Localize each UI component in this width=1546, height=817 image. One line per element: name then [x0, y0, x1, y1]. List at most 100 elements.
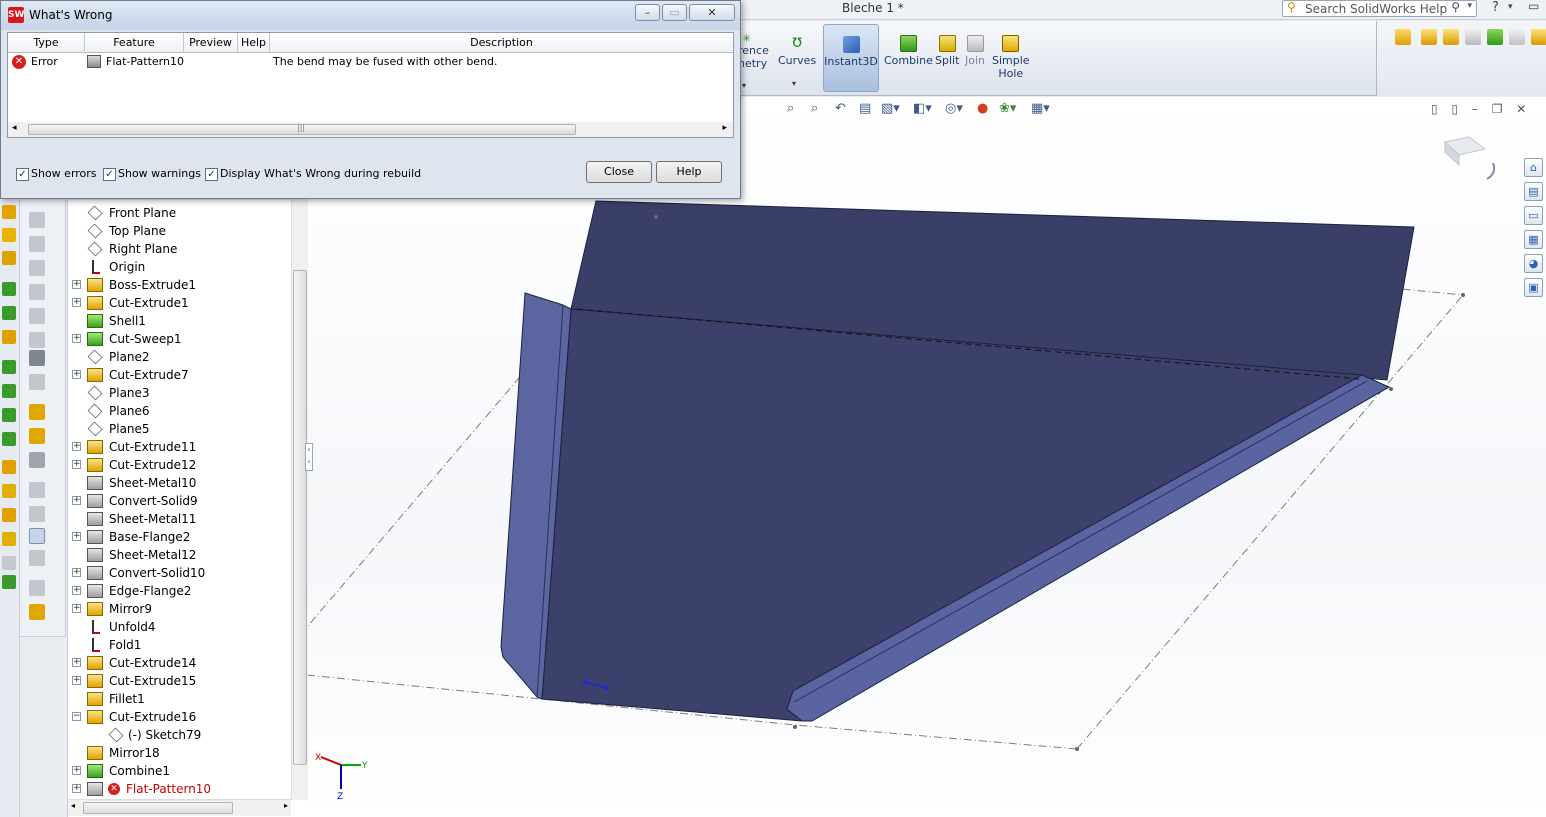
minimize-icon[interactable]: – [1472, 102, 1478, 116]
close-icon[interactable]: ✕ [1516, 102, 1526, 116]
error-list-scroll-thumb[interactable]: ||| [28, 123, 576, 135]
column-header-type[interactable]: Type [8, 33, 85, 53]
display-style-icon[interactable]: ◧▾ [913, 101, 932, 116]
tree-item[interactable]: + Cut-Sweep1 [68, 330, 292, 348]
tree-item[interactable]: Plane3 [68, 384, 292, 402]
tree-item[interactable]: Sheet-Metal10 [68, 474, 292, 492]
sketch-point[interactable] [654, 215, 658, 219]
tree-item[interactable]: + Cut-Extrude12 [68, 456, 292, 474]
help-button[interactable]: Help [656, 161, 722, 183]
column-header-feature[interactable]: Feature [85, 33, 184, 53]
expand-icon[interactable]: + [72, 460, 81, 469]
tree-item[interactable]: + Cut-Extrude14 [68, 654, 292, 672]
chevron-down-icon[interactable]: ▾ [1508, 2, 1513, 12]
error-row[interactable]: ✕ Error Flat-Pattern10 The bend may be f… [8, 53, 733, 71]
rotate-view-icon[interactable] [1486, 162, 1496, 180]
column-header-description[interactable]: Description [270, 33, 733, 53]
tree-hscroll-thumb[interactable] [83, 802, 233, 814]
scroll-left-icon[interactable]: ◂ [12, 123, 17, 133]
command-icon[interactable] [2, 532, 16, 546]
command-icon[interactable] [2, 360, 16, 374]
expand-icon[interactable]: + [72, 532, 81, 541]
expand-icon[interactable]: + [72, 496, 81, 505]
collapse-icon[interactable]: − [72, 712, 81, 721]
instant3d-button[interactable]: Instant3D [823, 24, 879, 92]
expand-icon[interactable]: + [72, 370, 81, 379]
tree-item[interactable]: + Mirror9 [68, 600, 292, 618]
sheet-metal-command-icon[interactable] [29, 260, 45, 276]
sheet-metal-command-icon[interactable] [29, 550, 45, 566]
sheet-metal-command-icon[interactable] [29, 428, 45, 444]
tree-item[interactable]: Plane5 [68, 420, 292, 438]
expand-icon[interactable]: + [72, 766, 81, 775]
dialog-maximize-button[interactable]: ▭ [662, 4, 687, 21]
tree-item[interactable]: + Cut-Extrude1 [68, 294, 292, 312]
dialog-titlebar[interactable]: SW What's Wrong – ▭ ✕ [1, 1, 740, 30]
previous-view-icon[interactable]: ↶ [835, 101, 846, 116]
command-icon[interactable] [2, 556, 16, 570]
shell-icon[interactable] [1487, 29, 1503, 45]
join-button[interactable]: Join [965, 35, 985, 67]
tree-item[interactable]: − Cut-Extrude16 [68, 708, 292, 726]
expand-icon[interactable]: + [72, 442, 81, 451]
file-explorer-icon[interactable]: ▭ [1524, 206, 1543, 225]
rib-icon[interactable] [1465, 29, 1481, 45]
appearances-icon[interactable]: ◕ [1524, 254, 1543, 273]
scroll-right-icon[interactable]: ▸ [722, 123, 727, 133]
sketch-point[interactable] [1075, 747, 1079, 751]
zoom-to-area-icon[interactable]: ⌕ [811, 101, 818, 116]
tree-item[interactable]: Origin [68, 258, 292, 276]
edit-appearance-icon[interactable]: ● [977, 101, 988, 116]
tree-item[interactable]: Front Plane [68, 204, 292, 222]
tree-item[interactable]: + Boss-Extrude1 [68, 276, 292, 294]
command-icon[interactable] [2, 460, 16, 474]
sheet-metal-command-icon[interactable] [29, 332, 45, 348]
tree-item[interactable]: + Convert-Solid10 [68, 564, 292, 582]
model-viewport[interactable]: X Y Z [307, 97, 1546, 817]
close-button[interactable]: Close [586, 161, 652, 183]
tree-item[interactable]: Right Plane [68, 240, 292, 258]
sheet-metal-command-icon[interactable] [29, 308, 45, 324]
expand-icon[interactable]: + [72, 658, 81, 667]
command-icon[interactable] [2, 228, 16, 242]
tree-item[interactable]: (-) Sketch79 [68, 726, 292, 744]
tree-item[interactable]: Fillet1 [68, 690, 292, 708]
tree-item[interactable]: Shell1 [68, 312, 292, 330]
command-icon[interactable] [2, 205, 16, 219]
tree-item[interactable]: + Convert-Solid9 [68, 492, 292, 510]
show-warnings-checkbox[interactable]: ✓ Show warnings [103, 167, 201, 181]
view-palette-icon[interactable]: ▦ [1524, 230, 1543, 249]
apply-scene-icon[interactable]: ❀▾ [999, 101, 1016, 116]
tree-item[interactable]: Top Plane [68, 222, 292, 240]
zoom-to-fit-icon[interactable]: ⌕ [787, 101, 794, 116]
section-view-icon[interactable]: ▤ [859, 101, 871, 116]
expand-icon[interactable]: + [72, 280, 81, 289]
split-button[interactable]: Split [935, 35, 959, 67]
expand-icon[interactable]: + [72, 604, 81, 613]
command-icon[interactable] [2, 508, 16, 522]
command-icon[interactable] [2, 251, 16, 265]
command-icon[interactable] [2, 330, 16, 344]
tree-item[interactable]: + Base-Flange2 [68, 528, 292, 546]
sheet-metal-command-icon[interactable] [29, 528, 45, 544]
tree-item[interactable]: Plane2 [68, 348, 292, 366]
custom-properties-icon[interactable]: ▣ [1524, 278, 1543, 297]
tree-vertical-scrollbar[interactable] [291, 200, 308, 800]
sheet-metal-command-icon[interactable] [29, 212, 45, 228]
column-header-preview[interactable]: Preview [184, 33, 238, 53]
dialog-minimize-button[interactable]: – [635, 4, 660, 21]
home-icon[interactable]: ⌂ [1524, 158, 1543, 177]
tree-item[interactable]: Sheet-Metal11 [68, 510, 292, 528]
tree-item[interactable]: + Cut-Extrude11 [68, 438, 292, 456]
simple-hole-button[interactable]: Simple Hole [992, 35, 1030, 80]
expand-icon[interactable]: + [72, 784, 81, 793]
scroll-right-icon[interactable]: ▸ [284, 801, 288, 810]
extrude-icon[interactable] [1443, 29, 1459, 45]
tree-item[interactable]: Unfold4 [68, 618, 292, 636]
sketch-point[interactable] [1461, 293, 1465, 297]
split-view-icon[interactable]: ▯ [1451, 102, 1458, 116]
tree-item[interactable]: + Combine1 [68, 762, 292, 780]
graphics-area[interactable]: X Y Z ⌕ ⌕ ↶ ▤ ▧▾ ◧▾ ◎▾ ● ❀▾ ▦▾ ▯ ▯ – ❐ ✕… [307, 97, 1546, 817]
tree-item[interactable]: + ✕ Flat-Pattern10 [68, 780, 292, 798]
sheet-metal-command-icon[interactable] [29, 404, 45, 420]
